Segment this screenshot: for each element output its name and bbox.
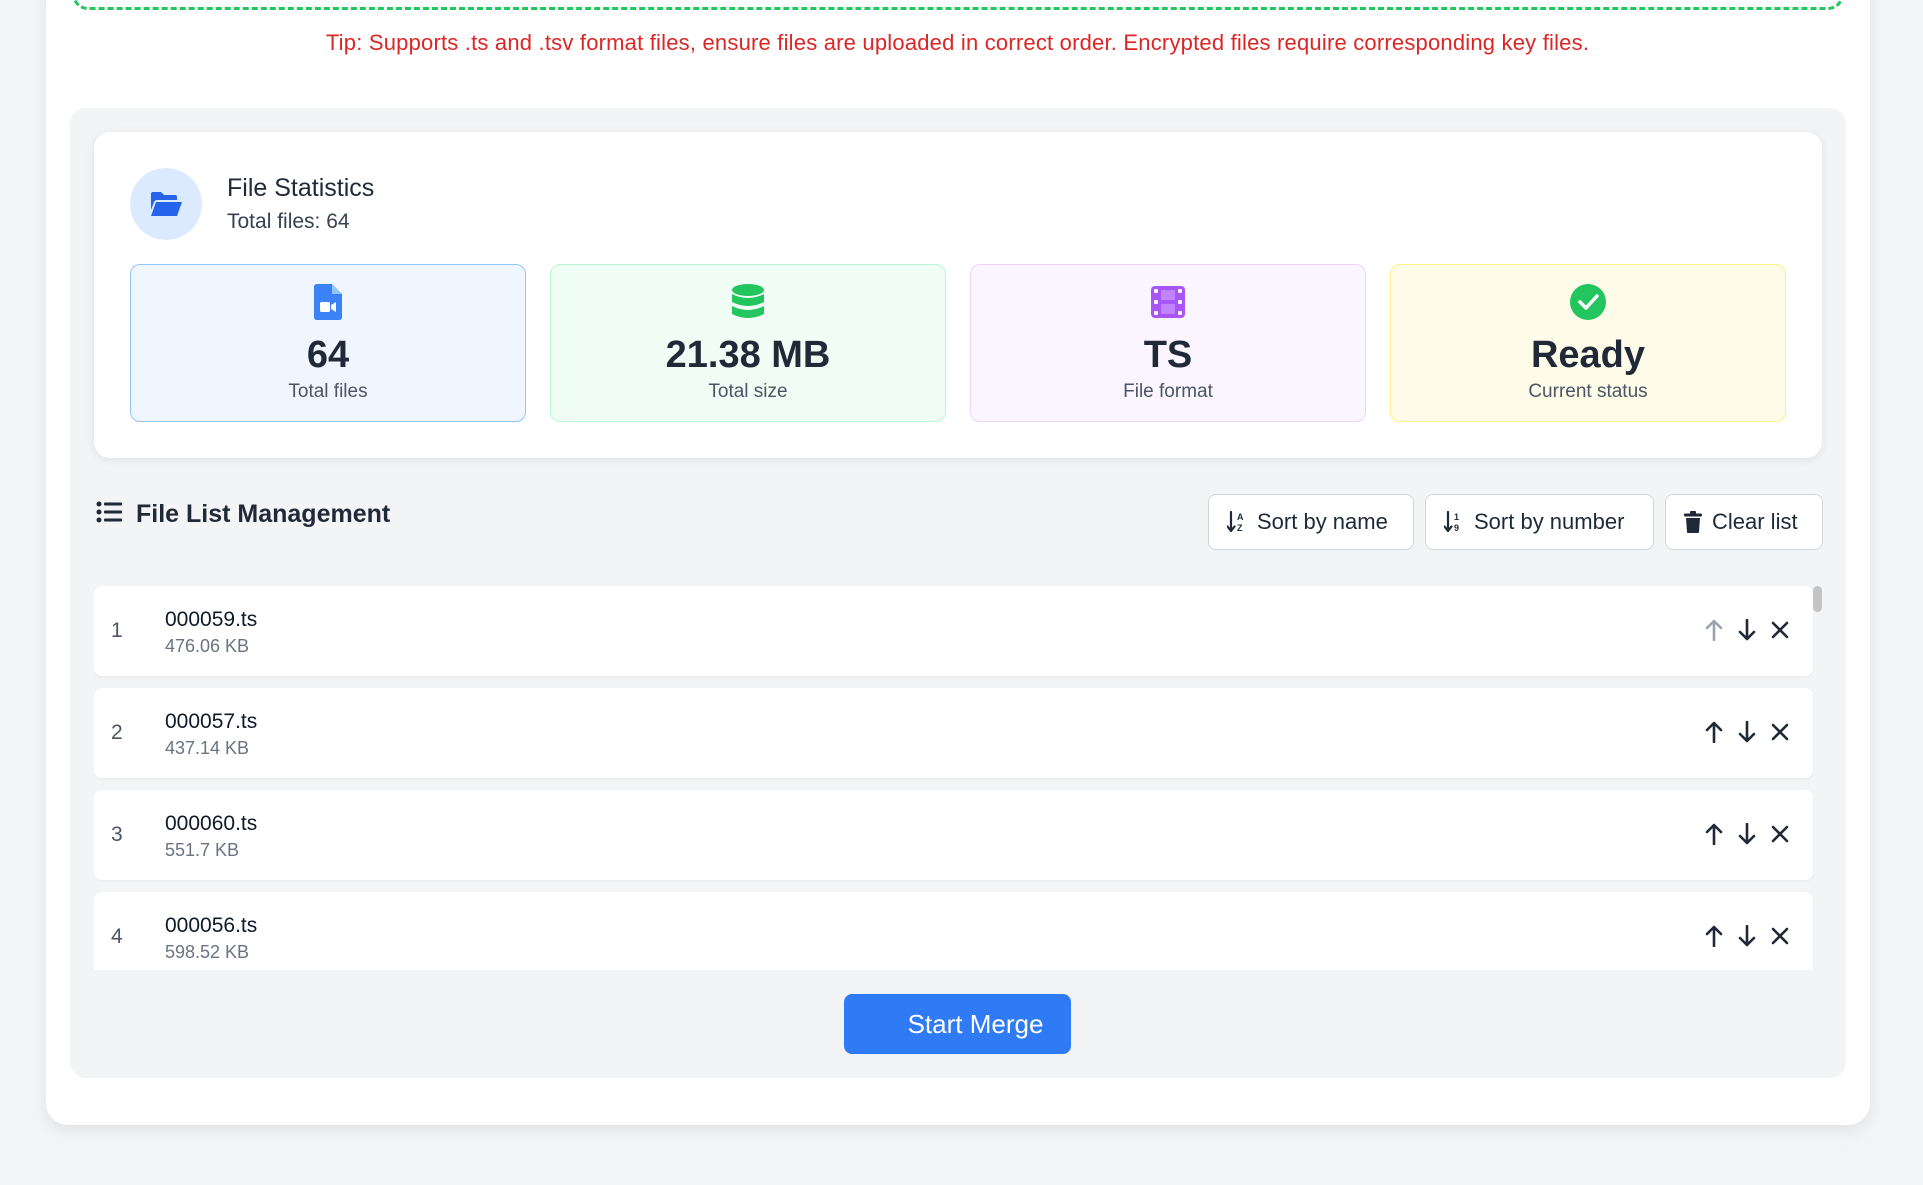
file-row: 3 000060.ts 551.7 KB xyxy=(94,790,1813,880)
sort-alpha-icon: A Z xyxy=(1227,511,1244,533)
tip-text: Tip: Supports .ts and .tsv format files,… xyxy=(325,30,1590,55)
svg-text:Z: Z xyxy=(1237,523,1243,533)
move-up-icon[interactable] xyxy=(1702,822,1726,846)
file-list-scrollbar[interactable] xyxy=(1813,586,1822,612)
file-name: 000059.ts xyxy=(165,608,258,631)
stat-value: Ready xyxy=(1530,334,1646,376)
stat-label: File format xyxy=(1123,381,1213,402)
stat-total-size: 21.38 MB Total size xyxy=(550,264,946,422)
file-index: 2 xyxy=(111,721,123,744)
remove-icon[interactable] xyxy=(1768,720,1792,744)
remove-icon[interactable] xyxy=(1768,924,1792,948)
move-down-icon[interactable] xyxy=(1735,720,1759,744)
stat-value: TS xyxy=(1143,334,1193,376)
file-index: 1 xyxy=(111,619,123,642)
move-down-icon[interactable] xyxy=(1735,822,1759,846)
move-up-icon[interactable] xyxy=(1702,720,1726,744)
clear-list-button[interactable]: Clear list xyxy=(1665,494,1823,550)
remove-icon[interactable] xyxy=(1768,822,1792,846)
file-size: 476.06 KB xyxy=(165,636,250,656)
file-row: 2 000057.ts 437.14 KB xyxy=(94,688,1813,778)
file-row: 4 000056.ts 598.52 KB xyxy=(94,892,1813,970)
move-up-icon[interactable] xyxy=(1702,618,1726,642)
file-list-header: File List Management xyxy=(96,500,390,529)
stat-file-format: TS File format xyxy=(970,264,1366,422)
svg-text:A: A xyxy=(1237,512,1244,522)
svg-text:9: 9 xyxy=(1454,523,1459,533)
file-name: 000057.ts xyxy=(165,710,258,733)
sort-by-number-button[interactable]: 1 9 Sort by number xyxy=(1425,494,1654,550)
file-list-title: File List Management xyxy=(136,500,391,528)
sort-by-name-button[interactable]: A Z Sort by name xyxy=(1208,494,1414,550)
remove-icon[interactable] xyxy=(1768,618,1792,642)
stat-label: Current status xyxy=(1528,381,1648,402)
upload-dropzone[interactable] xyxy=(72,0,1844,10)
file-index: 3 xyxy=(111,823,123,846)
stat-value: 64 xyxy=(306,334,350,376)
move-down-icon[interactable] xyxy=(1735,924,1759,948)
stat-label: Total files xyxy=(288,381,368,402)
svg-text:1: 1 xyxy=(1454,512,1459,522)
stat-value: 21.38 MB xyxy=(665,334,831,376)
film-icon xyxy=(1151,283,1185,321)
stats-title: File Statistics xyxy=(227,174,375,202)
clear-list-label: Clear list xyxy=(1712,509,1798,534)
file-list[interactable]: 1 000059.ts 476.06 KB 2 000057.ts 437.14… xyxy=(94,586,1814,970)
stat-current-status: Ready Current status xyxy=(1390,264,1786,422)
file-index: 4 xyxy=(111,925,123,948)
sort-numeric-icon: 1 9 xyxy=(1444,511,1459,533)
file-video-icon xyxy=(314,283,342,321)
file-name: 000056.ts xyxy=(165,914,258,937)
start-merge-button[interactable]: Start Merge xyxy=(844,994,1071,1054)
database-icon xyxy=(731,283,765,321)
stat-label: Total size xyxy=(708,381,788,402)
file-name: 000060.ts xyxy=(165,812,258,835)
check-circle-icon xyxy=(1570,283,1606,321)
folder-open-icon xyxy=(130,168,202,240)
file-size: 598.52 KB xyxy=(165,942,250,962)
file-size: 437.14 KB xyxy=(165,738,250,758)
list-icon xyxy=(96,501,122,528)
move-down-icon[interactable] xyxy=(1735,618,1759,642)
sort-by-number-label: Sort by number xyxy=(1474,509,1625,534)
file-row: 1 000059.ts 476.06 KB xyxy=(94,586,1813,676)
sort-by-name-label: Sort by name xyxy=(1257,509,1388,534)
file-size: 551.7 KB xyxy=(165,840,240,860)
stat-total-files: 64 Total files xyxy=(130,264,526,422)
trash-icon xyxy=(1684,511,1702,533)
move-up-icon[interactable] xyxy=(1702,924,1726,948)
stats-total-files: Total files: 64 xyxy=(227,210,350,233)
